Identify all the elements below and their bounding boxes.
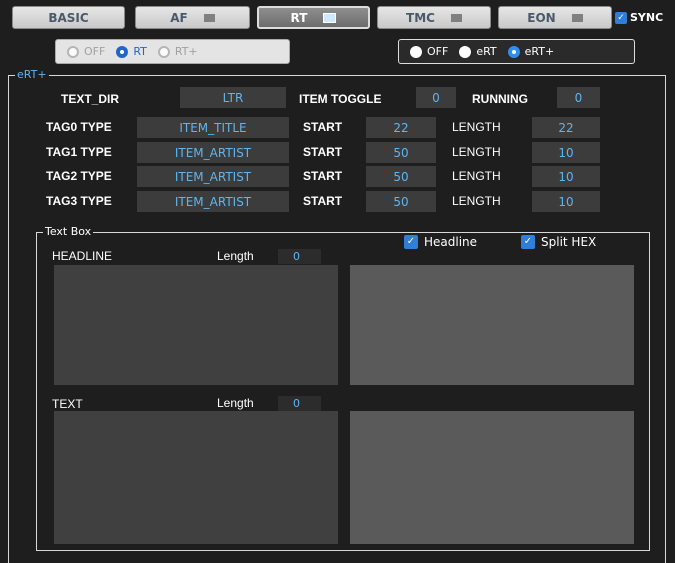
tab-label: AF xyxy=(170,10,188,25)
tmc-indicator-icon xyxy=(450,13,462,22)
radio-label: OFF xyxy=(84,45,106,58)
sync-label: SYNC xyxy=(630,11,664,24)
ert-mode-selector: OFF eRT eRT+ xyxy=(398,39,635,64)
checkmark-icon: ✓ xyxy=(404,235,418,249)
headline-length-label: Length xyxy=(217,249,254,263)
radio-rt[interactable]: RT xyxy=(116,45,147,58)
tag2-start-label: START xyxy=(303,169,343,183)
text-length-label: Length xyxy=(217,396,254,410)
tab-af[interactable]: AF xyxy=(135,6,250,29)
radio-label: eRT+ xyxy=(524,45,555,58)
radio-label: RT xyxy=(133,45,147,58)
tab-label: BASIC xyxy=(48,10,89,25)
tag1-start-field[interactable]: 50 xyxy=(366,142,436,163)
tab-tmc[interactable]: TMC xyxy=(377,6,491,29)
radio-label: RT+ xyxy=(174,45,198,58)
tag1-length-label: LENGTH xyxy=(452,145,501,159)
ertplus-group-title: eRT+ xyxy=(15,68,49,82)
tag3-length-label: LENGTH xyxy=(452,194,501,208)
tab-rt[interactable]: RT xyxy=(257,6,370,29)
tag2-length-label: LENGTH xyxy=(452,169,501,183)
tag3-type-field[interactable]: ITEM_ARTIST xyxy=(137,191,289,212)
tag2-length-field[interactable]: 10 xyxy=(532,166,600,187)
tag3-start-label: START xyxy=(303,194,343,208)
radio-rt-off[interactable]: OFF xyxy=(67,45,105,58)
tag3-length-field[interactable]: 10 xyxy=(532,191,600,212)
rt-indicator-icon xyxy=(323,12,337,23)
tab-label: EON xyxy=(527,10,556,25)
tag1-type-label: TAG1 TYPE xyxy=(46,145,112,159)
text-dir-field[interactable]: LTR xyxy=(180,87,286,108)
tag1-length-field[interactable]: 10 xyxy=(532,142,600,163)
radio-selected-icon xyxy=(507,45,520,58)
radio-ert[interactable]: eRT xyxy=(459,45,497,58)
headline-length-field: 0 xyxy=(278,249,321,264)
rt-panel: BASIC AF RT TMC EON ✓ SYNC OFF RT RT+ OFF… xyxy=(0,0,675,563)
af-indicator-icon xyxy=(203,13,215,22)
radio-icon xyxy=(157,45,170,58)
tag0-start-label: START xyxy=(303,120,343,134)
radio-ert-plus[interactable]: eRT+ xyxy=(507,45,555,58)
tag3-start-field[interactable]: 50 xyxy=(366,191,436,212)
checkmark-icon: ✓ xyxy=(521,235,535,249)
radio-icon xyxy=(67,45,79,58)
tag2-start-field[interactable]: 50 xyxy=(366,166,436,187)
split-hex-checkbox[interactable]: ✓ Split HEX xyxy=(521,235,596,249)
headline-label: HEADLINE xyxy=(52,249,113,263)
split-hex-checkbox-label: Split HEX xyxy=(541,235,597,249)
radio-rt-plus[interactable]: RT+ xyxy=(157,45,198,58)
tag3-type-label: TAG3 TYPE xyxy=(46,194,112,208)
item-toggle-label: ITEM TOGGLE xyxy=(299,92,382,106)
tag2-type-field[interactable]: ITEM_ARTIST xyxy=(137,166,289,187)
radio-label: OFF xyxy=(427,45,449,58)
text-label: TEXT xyxy=(52,397,83,411)
tab-eon[interactable]: EON xyxy=(498,6,612,29)
radio-icon xyxy=(410,45,422,58)
checkmark-icon: ✓ xyxy=(615,11,627,24)
radio-ert-off[interactable]: OFF xyxy=(410,45,448,58)
radio-selected-icon xyxy=(116,45,129,58)
sync-checkbox[interactable]: ✓ SYNC xyxy=(615,11,663,24)
item-toggle-field[interactable]: 0 xyxy=(416,87,456,108)
text-length-field: 0 xyxy=(278,396,321,411)
headline-checkbox-label: Headline xyxy=(424,235,478,249)
tag0-length-label: LENGTH xyxy=(452,120,501,134)
tag0-start-field[interactable]: 22 xyxy=(366,117,436,138)
tag0-type-label: TAG0 TYPE xyxy=(46,120,112,134)
headline-checkbox[interactable]: ✓ Headline xyxy=(404,235,477,249)
tab-label: TMC xyxy=(406,10,435,25)
running-field[interactable]: 0 xyxy=(557,87,600,108)
tab-basic[interactable]: BASIC xyxy=(12,6,125,29)
tag1-start-label: START xyxy=(303,145,343,159)
radio-icon xyxy=(459,45,472,58)
textbox-group-title: Text Box xyxy=(43,225,94,239)
text-hex-area[interactable] xyxy=(350,411,634,544)
tag2-type-label: TAG2 TYPE xyxy=(46,169,112,183)
rt-mode-selector: OFF RT RT+ xyxy=(55,39,290,64)
tab-label: RT xyxy=(290,10,308,25)
running-label: RUNNING xyxy=(472,92,528,106)
radio-label: eRT xyxy=(476,45,497,58)
text-text-area[interactable] xyxy=(54,411,338,544)
headline-text-area[interactable] xyxy=(54,265,338,385)
eon-indicator-icon xyxy=(571,13,583,22)
tag1-type-field[interactable]: ITEM_ARTIST xyxy=(137,142,289,163)
top-tab-bar: BASIC AF RT TMC EON ✓ SYNC xyxy=(0,0,675,38)
tag0-type-field[interactable]: ITEM_TITLE xyxy=(137,117,289,138)
text-dir-label: TEXT_DIR xyxy=(61,92,120,106)
tag0-length-field[interactable]: 22 xyxy=(532,117,600,138)
headline-hex-area[interactable] xyxy=(350,265,634,385)
